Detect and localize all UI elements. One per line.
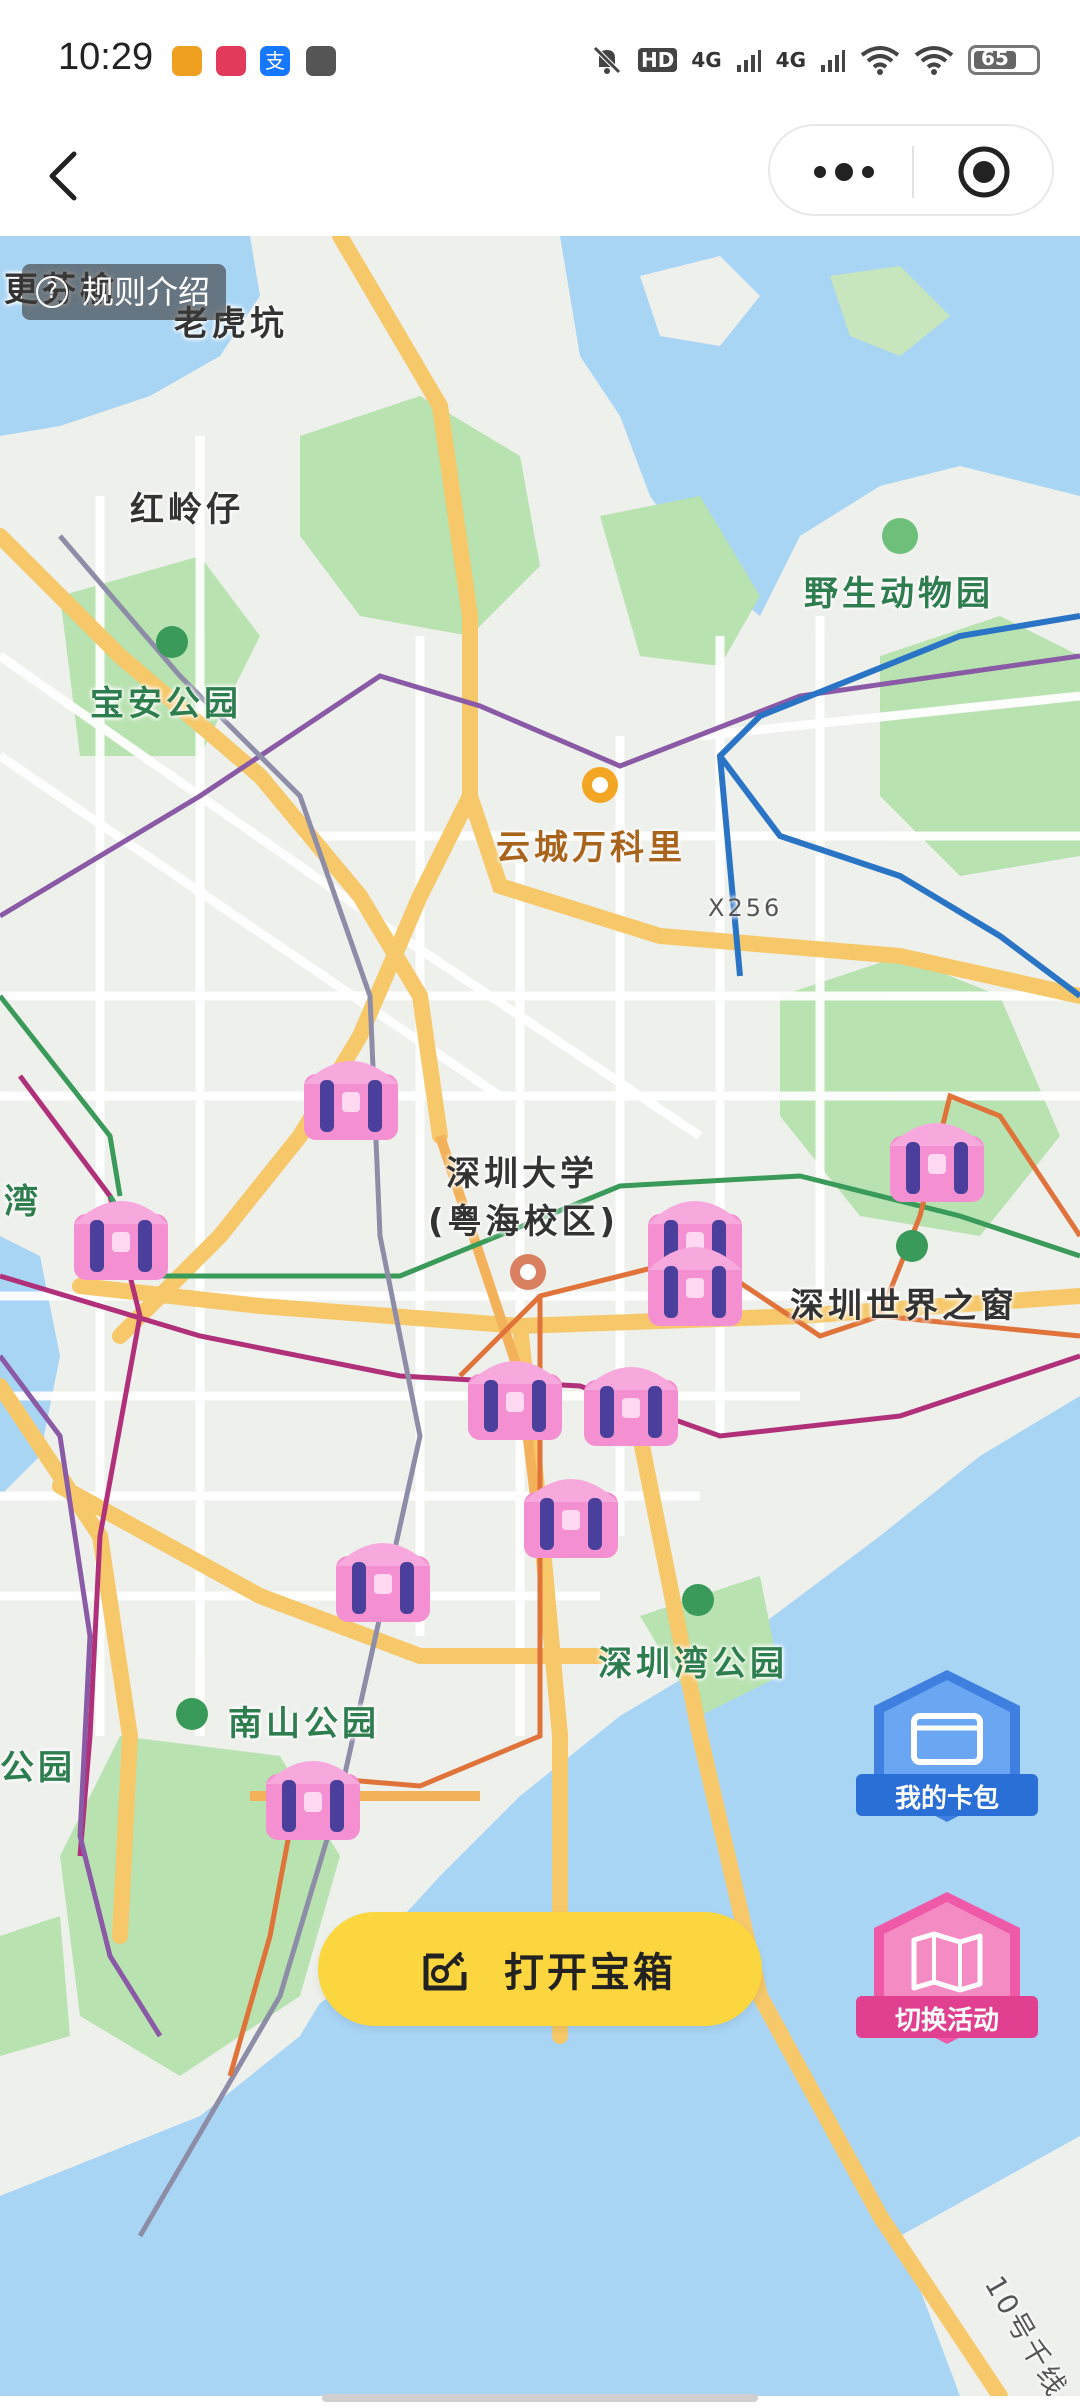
my-wallet-button[interactable]: 我的卡包 — [852, 1666, 1042, 1836]
map-view[interactable]: 老虎坑 红岭仔 宝安公园 野生动物园 云城万科里 X256 深圳大学 (粤海校区… — [0, 236, 1080, 2396]
wallet-label: 我的卡包 — [894, 1784, 999, 1814]
alipay-notification-icon: 支 — [260, 46, 290, 76]
signal-icon — [821, 50, 845, 72]
battery-level: 65 — [981, 46, 1009, 70]
close-target-icon[interactable] — [956, 144, 1012, 200]
treasure-chest-marker[interactable] — [882, 1106, 992, 1216]
network-4g-1: 4G — [691, 48, 722, 72]
map-label-window-of-world: 深圳世界之窗 — [790, 1286, 1018, 1326]
treasure-chest-marker[interactable] — [460, 1344, 570, 1454]
treasure-chest-marker[interactable] — [576, 1350, 686, 1460]
switch-activity-button[interactable]: 切换活动 — [852, 1888, 1042, 2058]
key-box-icon — [423, 1952, 467, 1991]
map-label-wildlife-park: 野生动物园 — [804, 574, 994, 614]
wifi-icon — [914, 46, 954, 75]
capsule-divider — [912, 146, 914, 198]
map-label-bay-partial: 湾 — [4, 1182, 42, 1222]
back-chevron-icon[interactable] — [40, 146, 90, 206]
map-label-szu: 深圳大学 — [446, 1154, 598, 1194]
home-indicator[interactable] — [322, 2394, 758, 2402]
more-dots-icon[interactable] — [804, 150, 884, 194]
app-notification-icon — [172, 46, 202, 76]
treasure-chest-marker[interactable] — [258, 1744, 368, 1854]
mute-icon — [593, 46, 621, 74]
treasure-chest-marker[interactable] — [328, 1526, 438, 1636]
map-label-yuncheng: 云城万科里 — [496, 828, 686, 868]
network-4g-2: 4G — [775, 48, 806, 72]
battery-icon: 65 — [968, 45, 1040, 75]
app-notification-icon — [216, 46, 246, 76]
system-status-icons: HD 4G 4G 65 — [590, 40, 1040, 80]
open-treasure-label: 打开宝箱 — [504, 1950, 676, 1996]
rules-intro-button[interactable]: ? 规则介绍 — [22, 264, 227, 320]
treasure-chest-marker[interactable] — [640, 1230, 750, 1340]
capsule-menu — [768, 124, 1054, 216]
signal-icon — [736, 50, 761, 72]
map-label-nanshan-park: 南山公园 — [228, 1704, 380, 1744]
mini-program-navbar — [0, 110, 1080, 236]
map-label-x256: X256 — [708, 894, 783, 922]
treasure-chest-marker[interactable] — [516, 1462, 626, 1572]
rules-intro-label: 规则介绍 — [82, 273, 211, 311]
hd-indicator: HD — [637, 48, 678, 72]
status-bar: 10:29 支 HD 4G 4G 65 — [0, 0, 1080, 110]
treasure-chest-marker[interactable] — [66, 1184, 176, 1294]
map-label-shenzhen-bay-park: 深圳湾公园 — [598, 1644, 788, 1684]
app-notification-icon — [306, 46, 336, 76]
map-label-baoan-park: 宝安公园 — [90, 684, 242, 724]
status-time: 10:29 — [58, 36, 154, 78]
switch-activity-label: 切换活动 — [894, 2006, 999, 2036]
open-treasure-button[interactable]: 打开宝箱 — [318, 1912, 762, 2026]
question-icon: ? — [36, 276, 68, 308]
treasure-chest-marker[interactable] — [296, 1044, 406, 1154]
map-label-szu-campus: (粤海校区) — [428, 1202, 620, 1242]
map-label-honglingzai: 红岭仔 — [130, 490, 244, 530]
wifi-icon — [860, 46, 900, 75]
map-label-park-partial: 公园 — [0, 1748, 76, 1788]
